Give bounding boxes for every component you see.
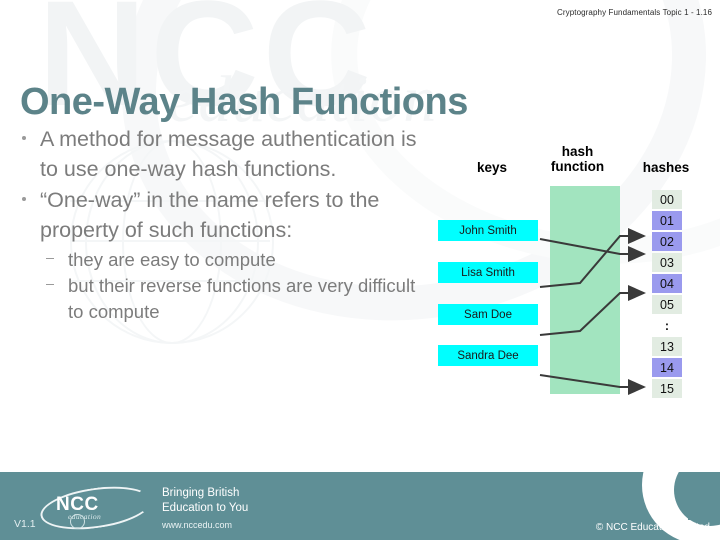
sub-bullet-item: but their reverse functions are very dif… [40,273,424,325]
key-box-sam-doe[interactable]: Sam Doe [438,304,538,325]
hash-cell-02: 02 [652,232,682,251]
page-title: One-Way Hash Functions [20,81,468,124]
footer-tagline-line1: Bringing British [162,487,240,499]
footer-tagline: Bringing British Education to You www.nc… [162,486,248,533]
hash-cell-14: 14 [652,358,682,377]
sub-bullet-text: they are easy to compute [68,249,276,270]
footer-website-url[interactable]: www.nccedu.com [162,518,248,533]
hash-cell-00: 00 [652,190,682,209]
bullet-dash-icon [46,284,54,285]
hash-cell-01: 01 [652,211,682,230]
wire-lisa-smith-to-01 [539,228,646,288]
key-box-sandra-dee[interactable]: Sandra Dee [438,345,538,366]
key-box-john-smith[interactable]: John Smith [438,220,538,241]
ncc-logo: NCC education [37,480,155,536]
bullet-list: A method for message authentication is t… [14,124,424,325]
footer-copyright: © NCC Education Limited [595,522,710,533]
wire-sandra-dee-to-14 [539,374,646,395]
slide-canvas: NCC education Cryptography Fundamentals … [0,0,720,540]
hash-cell-ellipsis: : [664,318,670,333]
wire-sam-doe-to-04 [539,285,646,336]
bullet-item: “One-way” in the name refers to the prop… [14,185,424,325]
slide-body-content: A method for message authentication is t… [14,124,424,326]
footer-version: V1.1 [14,518,36,530]
sub-bullet-list: they are easy to compute but their rever… [40,247,424,325]
course-reference-header: Cryptography Fundamentals Topic 1 - 1.16 [556,8,712,17]
hash-function-diagram: keys hash function hashes John Smith Lis… [430,138,715,398]
wire-john-smith-to-02 [539,238,646,262]
bullet-dot-icon [22,136,26,140]
hash-cell-04: 04 [652,274,682,293]
bullet-text: A method for message authentication is t… [40,127,417,181]
sub-bullet-item: they are easy to compute [40,247,424,273]
bullet-dash-icon [46,258,54,259]
sub-bullet-text: but their reverse functions are very dif… [68,275,416,322]
footer-tagline-line2: Education to You [162,501,249,514]
ncc-logo-globe-icon [70,514,85,529]
bullet-item: A method for message authentication is t… [14,124,424,184]
hash-cell-15: 15 [652,379,682,398]
hash-cell-13: 13 [652,337,682,356]
hash-cell-05: 05 [652,295,682,314]
hash-cell-03: 03 [652,253,682,272]
footer-arc-decoration-tail [688,480,720,520]
slide-footer: NCC education Bringing British Education… [0,472,720,540]
bullet-text: “One-way” in the name refers to the prop… [40,188,380,242]
key-box-lisa-smith[interactable]: Lisa Smith [438,262,538,283]
bullet-dot-icon [22,197,26,201]
